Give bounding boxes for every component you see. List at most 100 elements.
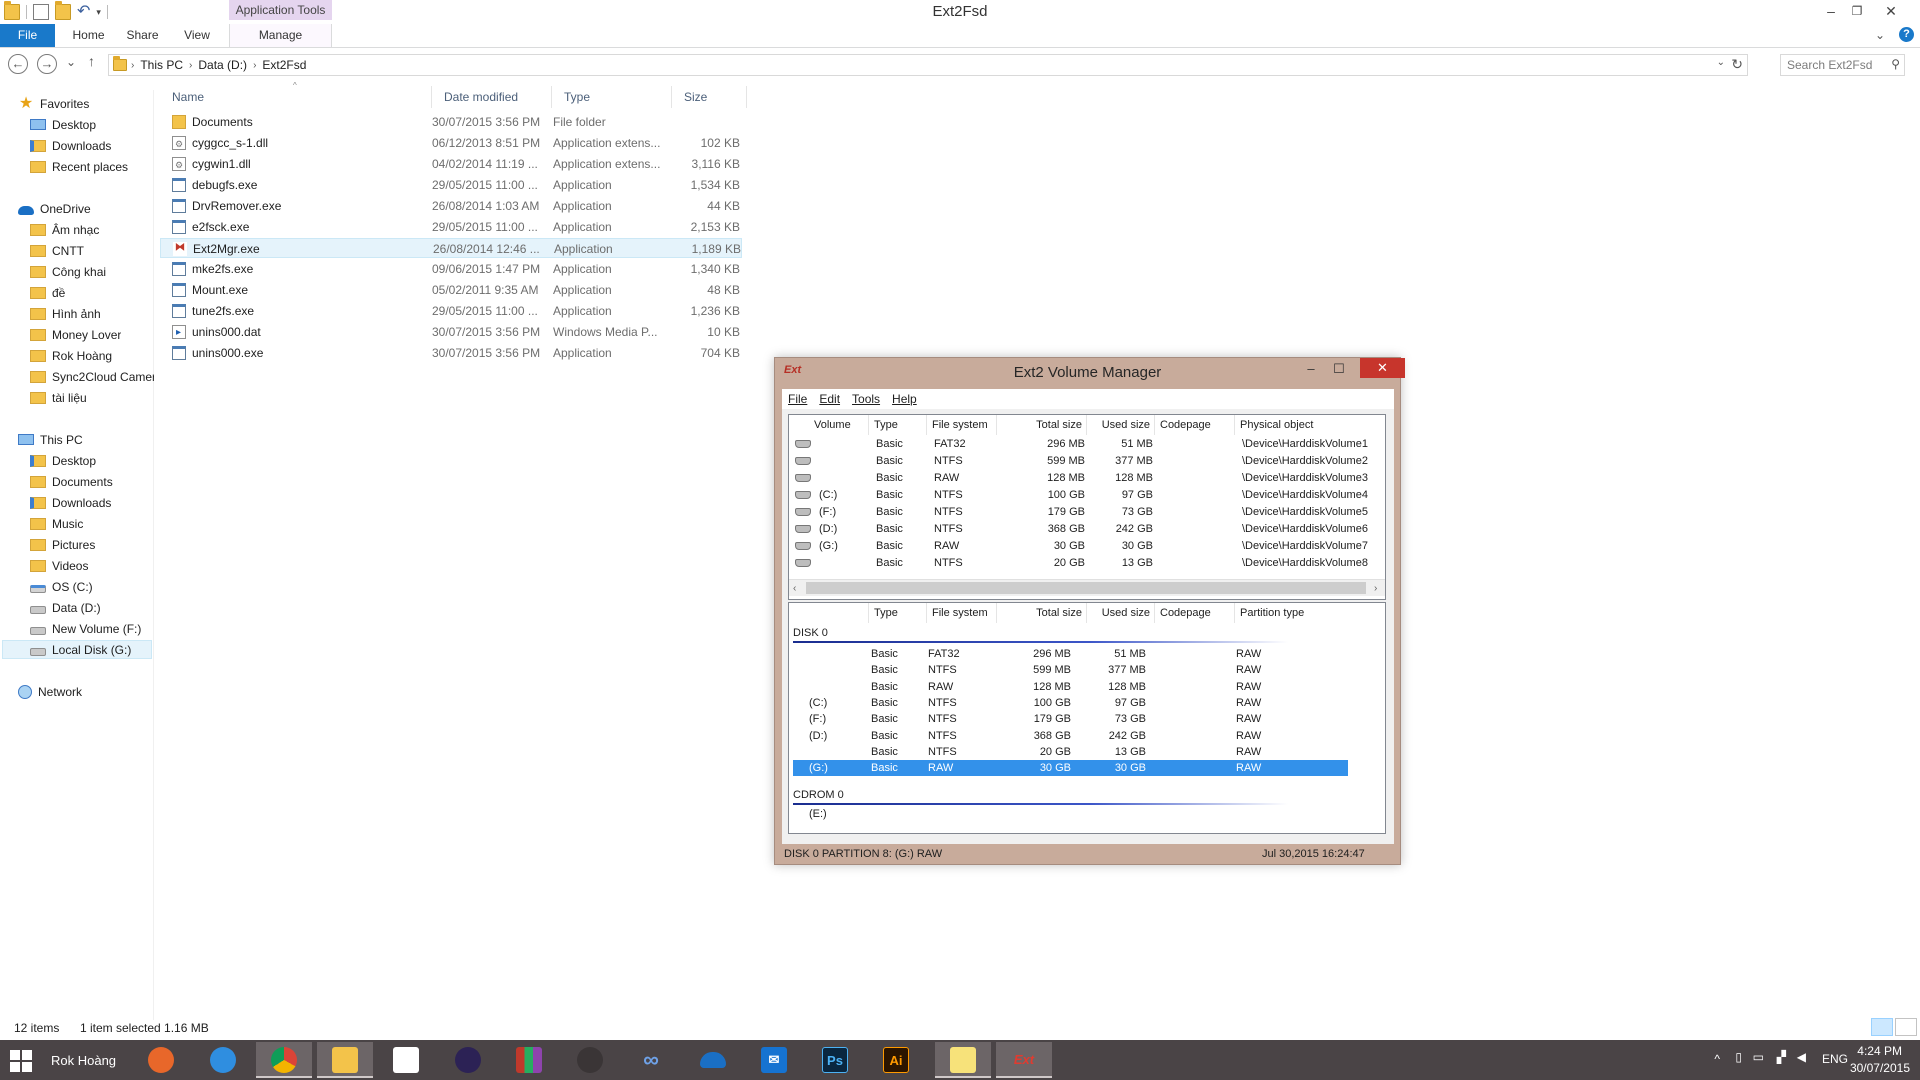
file-row[interactable]: cyggcc_s-1.dll 06/12/2013 8:51 PM Applicat… bbox=[160, 133, 742, 153]
scroll-left-arrow-icon[interactable]: ‹ bbox=[793, 580, 796, 597]
nav-onedrive[interactable]: OneDrive bbox=[18, 199, 91, 218]
nav-item-rok-hoang[interactable]: Rok Hoàng bbox=[30, 346, 112, 365]
disk-column-partition-type[interactable]: Partition type bbox=[1235, 603, 1385, 623]
back-button[interactable]: ← bbox=[8, 54, 28, 74]
disk-column-used-size[interactable]: Used size bbox=[1087, 603, 1155, 623]
start-button[interactable] bbox=[10, 1050, 32, 1072]
file-row[interactable]: Documents 30/07/2015 3:56 PM File folder bbox=[160, 112, 742, 132]
cdrom-partition-row[interactable]: (E:) bbox=[793, 806, 1348, 822]
vol-column-type[interactable]: Type bbox=[869, 415, 927, 435]
partition-row[interactable]: (F:) Basic NTFS 179 GB 73 GB RAW bbox=[793, 711, 1348, 727]
file-row[interactable]: DrvRemover.exe 26/08/2014 1:03 AM Applicat… bbox=[160, 196, 742, 216]
nav-item-data-d[interactable]: Data (D:) bbox=[30, 598, 101, 617]
nav-item-os-c[interactable]: OS (C:) bbox=[30, 577, 93, 596]
clock-date[interactable]: 30/07/2015 bbox=[1850, 1061, 1910, 1075]
partition-row[interactable]: (G:) Basic RAW 30 GB 30 GB RAW bbox=[793, 760, 1348, 777]
partition-row[interactable]: Basic NTFS 599 MB 377 MB RAW bbox=[793, 662, 1348, 678]
address-history-dropdown[interactable]: ⌄ bbox=[1717, 57, 1725, 68]
breadcrumb-this-pc[interactable]: This PC bbox=[134, 58, 189, 72]
device-icon[interactable]: ▯ bbox=[1735, 1050, 1742, 1064]
network-signal-icon[interactable]: ▞ bbox=[1777, 1050, 1786, 1064]
nav-item-tai-lieu[interactable]: tài liệu bbox=[30, 388, 87, 407]
menu-edit[interactable]: Edit bbox=[813, 392, 846, 406]
taskbar-user-name[interactable]: Rok Hoàng bbox=[51, 1053, 116, 1068]
tab-home[interactable]: Home bbox=[66, 24, 111, 47]
breadcrumb-ext2fsd[interactable]: Ext2Fsd bbox=[256, 58, 312, 72]
vol-column-used-size[interactable]: Used size bbox=[1087, 415, 1155, 435]
volume-row[interactable]: (C:) Basic NTFS 100 GB 97 GB \Device\Harddisk… bbox=[789, 487, 1385, 504]
nav-item-pc-documents[interactable]: Documents bbox=[30, 472, 113, 491]
partition-row[interactable]: (C:) Basic NTFS 100 GB 97 GB RAW bbox=[793, 695, 1348, 711]
column-header-type[interactable]: Type bbox=[552, 86, 672, 108]
taskbar-internet-explorer[interactable] bbox=[195, 1042, 251, 1078]
nav-item-cntt[interactable]: CNTT bbox=[30, 241, 84, 260]
up-button[interactable]: ↑ bbox=[88, 53, 95, 69]
nav-network[interactable]: Network bbox=[18, 682, 82, 701]
file-row[interactable]: tune2fs.exe 29/05/2015 11:00 ... Applicati… bbox=[160, 301, 742, 321]
recent-locations-button[interactable]: ⌄ bbox=[66, 55, 76, 69]
tab-view[interactable]: View bbox=[176, 24, 218, 47]
taskbar-calculator[interactable] bbox=[378, 1042, 434, 1078]
vol-column-total-size[interactable]: Total size bbox=[997, 415, 1087, 435]
minimize-button[interactable]: – bbox=[1820, 2, 1842, 20]
language-indicator[interactable]: ENG bbox=[1822, 1052, 1848, 1066]
details-view-icon[interactable] bbox=[1871, 1018, 1893, 1036]
file-row[interactable]: ⧓ Ext2Mgr.exe 26/08/2014 12:46 ... Applicat… bbox=[160, 238, 742, 258]
ext2-close-button[interactable]: ✕ bbox=[1360, 358, 1405, 378]
nav-favorites[interactable]: ★ Favorites bbox=[18, 94, 90, 113]
vol-column-codepage[interactable]: Codepage bbox=[1155, 415, 1235, 435]
volume-row[interactable]: (D:) Basic NTFS 368 GB 242 GB \Device\Harddis… bbox=[789, 521, 1385, 538]
nav-item-local-disk-g[interactable]: Local Disk (G:) bbox=[2, 640, 152, 659]
disk-column-total-size[interactable]: Total size bbox=[997, 603, 1087, 623]
taskbar-sticky-notes[interactable] bbox=[935, 1042, 991, 1078]
taskbar-winrar[interactable] bbox=[501, 1042, 557, 1078]
nav-item-desktop[interactable]: Desktop bbox=[30, 115, 96, 134]
volume-row[interactable]: (F:) Basic NTFS 179 GB 73 GB \Device\Harddisk… bbox=[789, 504, 1385, 521]
partition-row[interactable]: Basic NTFS 20 GB 13 GB RAW bbox=[793, 744, 1348, 760]
nav-item-money-lover[interactable]: Money Lover bbox=[30, 325, 121, 344]
disk-column-type[interactable]: Type bbox=[869, 603, 927, 623]
volume-row[interactable]: Basic NTFS 20 GB 13 GB \Device\HarddiskVolum… bbox=[789, 555, 1385, 572]
nav-item-pc-desktop[interactable]: Desktop bbox=[30, 451, 96, 470]
disk-column-file-system[interactable]: File system bbox=[927, 603, 997, 623]
partition-row[interactable]: Basic FAT32 296 MB 51 MB RAW bbox=[793, 646, 1348, 662]
disk-column-blank[interactable] bbox=[789, 603, 869, 623]
nav-item-de[interactable]: đề bbox=[30, 283, 65, 302]
breadcrumb-data-d[interactable]: Data (D:) bbox=[192, 58, 253, 72]
nav-item-am-nhac[interactable]: Âm nhạc bbox=[30, 220, 99, 239]
file-row[interactable]: unins000.dat 30/07/2015 3:56 PM Windows Me… bbox=[160, 322, 742, 342]
forward-button[interactable]: → bbox=[37, 54, 57, 74]
volume-row[interactable]: (G:) Basic RAW 30 GB 30 GB \Device\HarddiskVo… bbox=[789, 538, 1385, 555]
restore-button[interactable]: ❐ bbox=[1846, 2, 1868, 20]
taskbar-onedrive[interactable] bbox=[685, 1042, 741, 1078]
help-icon[interactable]: ? bbox=[1899, 27, 1914, 42]
vol-column-volume[interactable]: Volume bbox=[789, 415, 869, 435]
nav-item-cong-khai[interactable]: Công khai bbox=[30, 262, 106, 281]
close-button[interactable]: ✕ bbox=[1880, 2, 1902, 20]
vol-column-file-system[interactable]: File system bbox=[927, 415, 997, 435]
nav-item-pc-pictures[interactable]: Pictures bbox=[30, 535, 95, 554]
taskbar-firefox[interactable] bbox=[133, 1042, 189, 1078]
nav-this-pc[interactable]: This PC bbox=[18, 430, 83, 449]
volume-row[interactable]: Basic FAT32 296 MB 51 MB \Device\HarddiskVol… bbox=[789, 436, 1385, 453]
disk-column-codepage[interactable]: Codepage bbox=[1155, 603, 1235, 623]
clock-time[interactable]: 4:24 PM bbox=[1857, 1044, 1902, 1058]
file-row[interactable]: Mount.exe 05/02/2011 9:35 AM Application 48… bbox=[160, 280, 742, 300]
column-header-date-modified[interactable]: Date modified bbox=[432, 86, 552, 108]
taskbar-infinity[interactable]: ∞ bbox=[623, 1042, 679, 1078]
ext2-title-bar[interactable]: Ext Ext2 Volume Manager – ☐ ✕ bbox=[775, 358, 1405, 386]
ext2-maximize-button[interactable]: ☐ bbox=[1325, 359, 1353, 379]
menu-tools[interactable]: Tools bbox=[846, 392, 886, 406]
menu-help[interactable]: Help bbox=[886, 392, 923, 406]
taskbar-photoshop[interactable]: Ps bbox=[807, 1042, 863, 1078]
file-row[interactable]: mke2fs.exe 09/06/2015 1:47 PM Application 1… bbox=[160, 259, 742, 279]
address-bar[interactable]: › This PC › Data (D:) › Ext2Fsd ⌄ ↻ bbox=[108, 54, 1748, 76]
large-icons-view-icon[interactable] bbox=[1895, 1018, 1917, 1036]
nav-item-pc-downloads[interactable]: Downloads bbox=[30, 493, 111, 512]
cdrom-0-label[interactable]: CDROM 0 bbox=[793, 789, 844, 801]
volume-icon[interactable]: ◀ bbox=[1797, 1050, 1806, 1064]
nav-item-hinh-anh[interactable]: Hình ảnh bbox=[30, 304, 101, 323]
taskbar-chrome[interactable] bbox=[256, 1042, 312, 1078]
file-row[interactable]: unins000.exe 30/07/2015 3:56 PM Applicatio… bbox=[160, 343, 742, 363]
taskbar-file-explorer[interactable] bbox=[317, 1042, 373, 1078]
